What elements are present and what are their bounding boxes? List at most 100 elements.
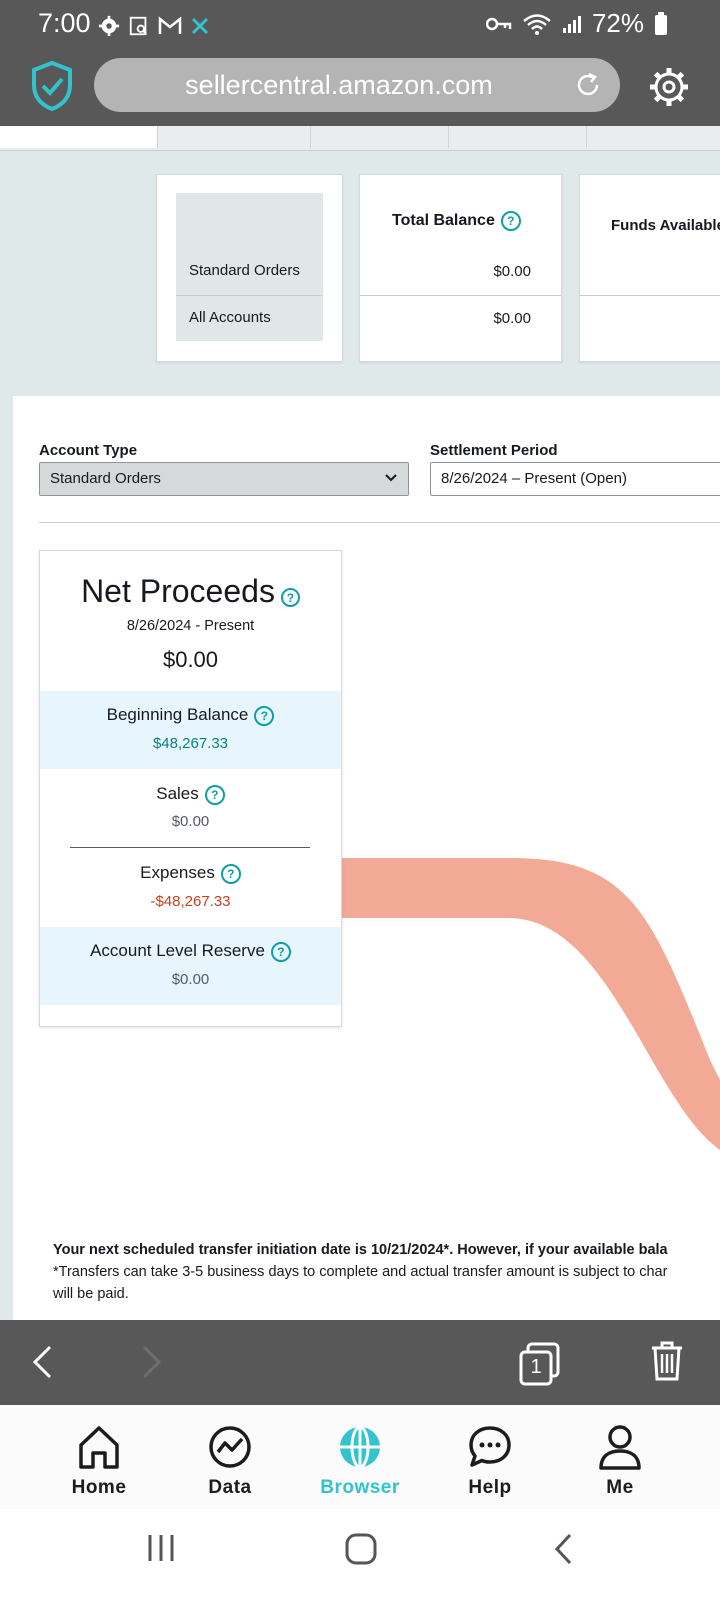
- net-proceeds-amount: $0.00: [162, 647, 219, 672]
- sales-label: Sales: [156, 784, 199, 803]
- nav-data-label: Data: [208, 1477, 252, 1498]
- url-text: sellercentral.amazon.com: [185, 70, 493, 100]
- nav-browser[interactable]: Browser: [300, 1405, 420, 1509]
- total-balance-header: Total Balance?: [392, 211, 521, 231]
- balance-row-label: All Accounts: [189, 309, 271, 326]
- tab-count: 1: [530, 1356, 542, 1378]
- nav-data[interactable]: Data: [170, 1405, 290, 1509]
- nav-help-label: Help: [468, 1477, 512, 1498]
- address-bar[interactable]: sellercentral.amazon.com: [94, 58, 620, 112]
- tabs-button[interactable]: 1: [518, 1342, 562, 1386]
- divider: [70, 847, 310, 848]
- status-time: 7:00: [38, 8, 91, 38]
- sales-heading: Sales?: [40, 784, 341, 805]
- transfer-disclaimer: *Transfers can take 3-5 business days to…: [53, 1264, 668, 1280]
- trash-icon[interactable]: [650, 1340, 684, 1382]
- chat-icon: [469, 1426, 511, 1467]
- help-icon[interactable]: ?: [500, 211, 521, 231]
- tab[interactable]: [311, 126, 449, 148]
- transfer-disclaimer-cont: will be paid.: [53, 1286, 129, 1302]
- transfer-notice: Your next scheduled transfer initiation …: [53, 1242, 668, 1258]
- total-balance-value: $0.00: [493, 310, 531, 327]
- system-back-icon[interactable]: [552, 1533, 574, 1565]
- funds-available-card: Funds Available: [579, 174, 720, 362]
- page-tabs: [0, 126, 720, 151]
- gear-icon[interactable]: [648, 66, 690, 108]
- help-icon[interactable]: ?: [254, 705, 275, 726]
- account-type-label: Account Type: [39, 442, 138, 459]
- reserve-label: Account Level Reserve: [90, 941, 265, 960]
- expenses-label: Expenses: [140, 863, 215, 882]
- wifi-icon: [523, 13, 551, 35]
- shield-icon[interactable]: [30, 60, 74, 112]
- tab[interactable]: [158, 126, 311, 148]
- home-icon: [79, 1426, 119, 1469]
- divider: [39, 522, 720, 523]
- help-icon[interactable]: ?: [204, 784, 225, 805]
- reserve-value: $0.00: [171, 971, 210, 988]
- forward-arrow-icon[interactable]: [140, 1344, 164, 1380]
- account-type-value: Standard Orders: [50, 470, 161, 487]
- status-bar: 7:00 72%: [0, 0, 720, 52]
- chevron-down-icon: [385, 474, 397, 482]
- settlement-period-label: Settlement Period: [430, 442, 558, 459]
- bottom-nav: Home Data Browser Help Me: [0, 1405, 720, 1509]
- total-balance-title: Total Balance: [392, 212, 495, 230]
- recent-apps-icon[interactable]: [146, 1533, 176, 1563]
- help-icon[interactable]: ?: [270, 941, 291, 962]
- vpn-key-icon: [485, 17, 512, 30]
- reserve-heading: Account Level Reserve?: [40, 941, 341, 962]
- search-doc-notification-icon: [129, 16, 147, 36]
- divider: [360, 295, 561, 296]
- gmail-icon: [158, 16, 182, 34]
- globe-icon: [340, 1425, 380, 1469]
- nav-me[interactable]: Me: [560, 1405, 680, 1509]
- nav-home-label: Home: [71, 1477, 127, 1498]
- nav-browser-label: Browser: [320, 1477, 400, 1498]
- sales-value: $0.00: [171, 813, 210, 830]
- signal-icon: [562, 15, 581, 33]
- reload-icon[interactable]: [574, 71, 602, 99]
- balance-row-label: Standard Orders: [189, 262, 300, 279]
- person-icon: [599, 1425, 641, 1470]
- x-notification-icon: [191, 17, 209, 35]
- browser-bar: sellercentral.amazon.com: [0, 52, 720, 126]
- battery-percent: 72%: [591, 8, 644, 38]
- balance-labels-card: Standard Orders All Accounts: [156, 174, 343, 362]
- expenses-heading: Expenses?: [40, 863, 341, 884]
- nav-home[interactable]: Home: [39, 1405, 159, 1509]
- total-balance-value: $0.00: [493, 263, 531, 280]
- divider: [580, 295, 720, 296]
- nav-help[interactable]: Help: [430, 1405, 550, 1509]
- help-icon[interactable]: ?: [280, 588, 300, 608]
- status-right: 72%: [485, 8, 668, 39]
- net-proceeds-period: 8/26/2024 - Present: [126, 618, 255, 634]
- beginning-balance-heading: Beginning Balance?: [40, 705, 341, 726]
- net-proceeds-heading: Net Proceeds?: [40, 573, 341, 610]
- notification-icons: [98, 13, 210, 39]
- reserve-row: Account Level Reserve? $0.00: [40, 927, 341, 1005]
- net-proceeds-card: Net Proceeds? 8/26/2024 - Present $0.00 …: [39, 550, 342, 1027]
- settings-notification-icon: [98, 15, 120, 37]
- back-arrow-icon[interactable]: [30, 1344, 54, 1380]
- browser-toolbar: 1: [0, 1320, 720, 1405]
- account-type-select[interactable]: Standard Orders: [39, 462, 409, 496]
- funds-available-header: Funds Available: [611, 217, 720, 234]
- beginning-balance-row: Beginning Balance? $48,267.33: [40, 691, 341, 769]
- settlement-period-value: 8/26/2024 – Present (Open): [441, 470, 627, 487]
- tab-active[interactable]: [0, 126, 158, 148]
- settlement-period-select[interactable]: 8/26/2024 – Present (Open): [430, 462, 720, 496]
- data-icon: [209, 1426, 251, 1468]
- expenses-value: -$48,267.33: [150, 893, 231, 910]
- net-proceeds-title: Net Proceeds: [81, 573, 275, 609]
- system-nav-bar: [0, 1509, 720, 1600]
- help-icon[interactable]: ?: [220, 863, 241, 884]
- tab[interactable]: [449, 126, 587, 148]
- nav-me-label: Me: [606, 1477, 634, 1498]
- battery-icon: [655, 11, 667, 35]
- sankey-flow: [340, 858, 720, 1150]
- divider: [176, 295, 323, 296]
- total-balance-card: Total Balance? $0.00 $0.00: [359, 174, 562, 362]
- home-button-icon[interactable]: [345, 1533, 377, 1565]
- beginning-balance-label: Beginning Balance: [106, 705, 249, 724]
